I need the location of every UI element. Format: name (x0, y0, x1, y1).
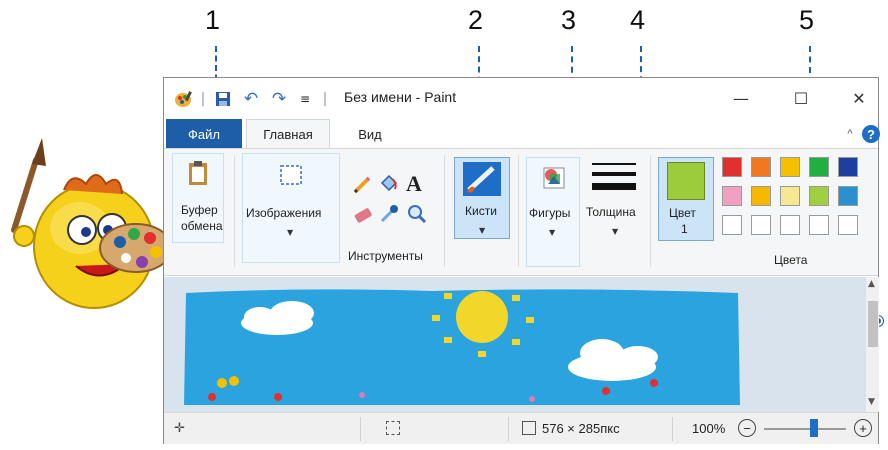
scroll-thumb[interactable] (868, 301, 878, 347)
customize-qa-icon[interactable]: ≡ (296, 89, 314, 109)
palette-swatch[interactable] (780, 186, 800, 206)
ribbon-separator (518, 155, 519, 267)
palette-swatch[interactable] (722, 186, 742, 206)
fill-icon[interactable] (378, 173, 400, 195)
select-icon (280, 165, 302, 185)
callout-5: 5 (799, 5, 815, 35)
canvas-size-text: 576 × 285пкс (542, 421, 620, 436)
clipboard-icon (189, 161, 207, 185)
color1-label: Цвет (669, 206, 696, 220)
palette-swatch[interactable] (751, 157, 771, 177)
window-title: Без имени - Paint (344, 89, 457, 105)
status-bar: ✛ 576 × 285пкс 100% − + (164, 412, 878, 444)
minimize-button[interactable]: — (724, 86, 758, 110)
palette-swatch[interactable] (809, 186, 829, 206)
status-separator (508, 417, 509, 441)
shapes-button[interactable]: Фигуры ▼ (526, 157, 580, 267)
palette-swatch[interactable] (751, 186, 771, 206)
size-label: Толщина (586, 205, 636, 219)
paint-window: | ↶ ↷ ≡ | Без имени - Paint — ☐ ✕ Файл Г… (163, 77, 880, 444)
canvas-area (164, 277, 865, 412)
brushes-dropdown-icon[interactable]: ▼ (479, 226, 485, 235)
status-separator (672, 417, 673, 441)
ribbon-separator (234, 155, 235, 267)
eraser-icon[interactable] (352, 205, 374, 225)
scroll-up-icon[interactable]: ▲ (868, 279, 875, 289)
callout-1: 1 (205, 5, 221, 35)
ribbon-separator (444, 155, 445, 267)
selection-size-icon (386, 421, 400, 435)
brush-icon (463, 162, 501, 196)
clipboard-button[interactable]: Буфер обмена (172, 153, 224, 243)
color-picker-icon[interactable] (378, 203, 400, 225)
tab-file[interactable]: Файл (166, 119, 242, 149)
scroll-down-icon[interactable]: ▼ (868, 397, 875, 407)
palette-swatch[interactable] (809, 157, 829, 177)
tools-label: Инструменты (348, 249, 423, 263)
zoom-slider-thumb[interactable] (810, 419, 818, 437)
palette-swatch[interactable] (838, 157, 858, 177)
palette-swatch-empty[interactable] (838, 215, 858, 235)
tab-home[interactable]: Главная (246, 119, 330, 149)
help-icon[interactable]: ? (862, 125, 880, 143)
color-palette (722, 157, 872, 249)
ribbon-separator (650, 155, 651, 267)
zoom-in-icon[interactable]: + (854, 419, 872, 437)
callout-4: 4 (630, 5, 646, 35)
cursor-position-icon: ✛ (174, 420, 185, 435)
callout-2: 2 (468, 5, 484, 35)
shapes-dropdown-icon[interactable]: ▼ (549, 228, 555, 237)
tab-view[interactable]: Вид (340, 119, 400, 149)
zoom-level: 100% (692, 421, 726, 436)
line-thickness-icon (592, 163, 636, 190)
palette-swatch-empty[interactable] (751, 215, 771, 235)
maximize-button[interactable]: ☐ (784, 86, 818, 110)
image-dropdown-icon[interactable]: ▼ (287, 228, 293, 237)
qa-divider-2: | (322, 91, 328, 107)
undo-icon[interactable]: ↶ (240, 89, 262, 109)
size-button[interactable]: Толщина ▼ (584, 157, 646, 243)
image-button[interactable]: Изображения ▼ (242, 153, 340, 263)
shapes-label: Фигуры (529, 206, 571, 220)
image-label: Изображения (246, 206, 322, 220)
shapes-icon (543, 167, 565, 189)
color1-swatch (667, 162, 705, 200)
clipboard-label: Буфер обмена (181, 203, 223, 233)
status-separator (360, 417, 361, 441)
save-icon[interactable] (212, 89, 234, 109)
canvas-size-icon (522, 421, 536, 435)
text-icon[interactable]: A (406, 171, 428, 196)
vertical-scrollbar[interactable]: ▲ ▼ (865, 277, 879, 412)
brushes-button[interactable]: Кисти ▼ (454, 157, 510, 239)
drawing-canvas[interactable] (182, 287, 742, 407)
zoom-slider[interactable] (764, 428, 846, 430)
palette-swatch-empty[interactable] (809, 215, 829, 235)
ribbon-home: Буфер обмена Изображения ▼ A Инструменты (164, 148, 878, 276)
palette-swatch-empty[interactable] (722, 215, 742, 235)
collapse-ribbon-icon[interactable]: ^ (842, 119, 858, 149)
pencil-icon[interactable] (352, 175, 372, 195)
palette-swatch[interactable] (780, 157, 800, 177)
callout-3: 3 (561, 5, 577, 35)
qa-divider: | (200, 91, 206, 107)
palette-swatch[interactable] (722, 157, 742, 177)
magnifier-icon[interactable] (406, 203, 428, 225)
palette-swatch[interactable] (838, 186, 858, 206)
close-button[interactable]: ✕ (842, 86, 876, 110)
palette-swatch-empty[interactable] (780, 215, 800, 235)
redo-icon[interactable]: ↷ (268, 89, 290, 109)
size-dropdown-icon[interactable]: ▼ (612, 227, 618, 236)
color1-number: 1 (681, 222, 688, 236)
mascot-illustration (11, 138, 172, 309)
color1-button[interactable]: Цвет 1 (658, 157, 714, 241)
zoom-out-icon[interactable]: − (738, 419, 756, 437)
brushes-label: Кисти (465, 204, 497, 218)
paint-app-icon[interactable] (172, 89, 196, 109)
colors-group-label: Цвета (774, 253, 808, 267)
title-bar: | ↶ ↷ ≡ | Без имени - Paint — ☐ ✕ (164, 78, 878, 119)
ribbon-tabs: Файл Главная Вид ^ ? (164, 119, 880, 149)
